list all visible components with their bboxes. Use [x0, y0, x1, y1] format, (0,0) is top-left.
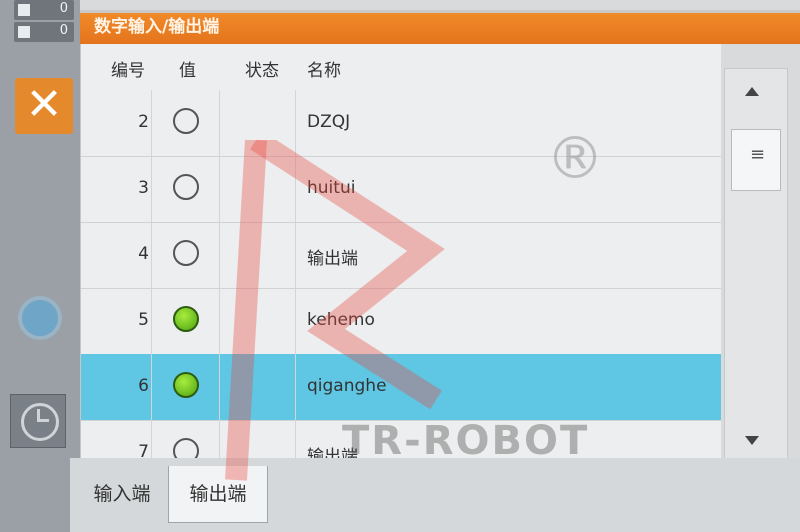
row-number: 6 [138, 376, 149, 396]
row-number: 7 [138, 442, 149, 458]
header-value: 值 [179, 61, 196, 81]
tab-input[interactable]: 输入端 [78, 466, 166, 522]
scroll-thumb-grip: ≡ [750, 144, 766, 165]
header-status: 状态 [245, 61, 279, 81]
row-name: DZQJ [307, 112, 351, 132]
checkbox-icon [18, 4, 30, 16]
io-table: 编号 值 状态 名称 2 DZQJ 3 huitui 4 输出端 5 kehemo 6 qigan… [80, 44, 721, 458]
io-field-1[interactable]: 0 [14, 0, 74, 20]
row-number: 2 [138, 112, 149, 132]
row-name: 输出端 [307, 249, 358, 269]
scroll-thumb[interactable]: ≡ [731, 129, 781, 191]
row-name: huitui [307, 178, 356, 198]
status-led-icon[interactable] [173, 372, 199, 398]
header-name: 名称 [307, 61, 341, 81]
status-led-icon[interactable] [173, 174, 199, 200]
table-row[interactable]: 2 DZQJ [81, 90, 721, 157]
watermark-brand: TR-ROBOT [342, 418, 590, 464]
status-led-icon[interactable] [173, 108, 199, 134]
column-divider [295, 90, 296, 458]
clock-icon[interactable] [10, 394, 66, 448]
registered-mark: ® [546, 124, 604, 192]
gear-icon[interactable] [18, 296, 62, 340]
scroll-up-icon[interactable] [745, 87, 759, 96]
status-led-icon[interactable] [173, 438, 199, 458]
tab-bar: 输入端 输出端 [70, 458, 800, 532]
status-led-icon[interactable] [173, 306, 199, 332]
column-divider [219, 90, 220, 458]
table-row[interactable]: 6 qiganghe [81, 354, 721, 421]
status-led-icon[interactable] [173, 240, 199, 266]
close-button[interactable]: ✕ [15, 78, 73, 134]
header-number: 编号 [111, 61, 145, 81]
table-row[interactable]: 4 输出端 [81, 222, 721, 289]
tab-output[interactable]: 输出端 [168, 466, 268, 523]
io-field-2[interactable]: 0 [14, 22, 74, 42]
column-divider [151, 90, 152, 458]
table-row[interactable]: 3 huitui [81, 156, 721, 223]
checkbox-icon [18, 26, 30, 38]
row-number: 3 [138, 178, 149, 198]
table-row[interactable]: 5 kehemo [81, 288, 721, 355]
scroll-down-icon[interactable] [745, 436, 759, 445]
row-name: kehemo [307, 310, 375, 330]
io-field-2-value: 0 [59, 23, 68, 38]
panel-title: 数字输入/输出端 [80, 10, 800, 44]
left-sidebar: 0 0 ✕ [0, 0, 80, 532]
io-field-1-value: 0 [59, 1, 68, 16]
table-header: 编号 值 状态 名称 [81, 44, 721, 90]
row-number: 4 [138, 244, 149, 264]
row-number: 5 [138, 310, 149, 330]
row-name: qiganghe [307, 376, 387, 396]
vertical-scrollbar[interactable]: ≡ [724, 68, 788, 468]
